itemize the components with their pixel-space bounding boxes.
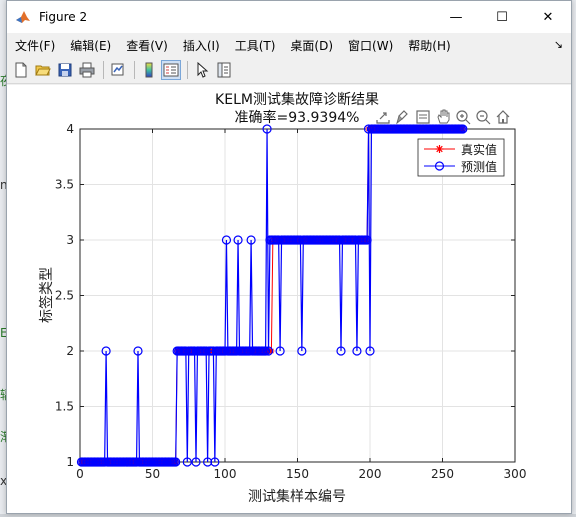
print-icon[interactable] <box>77 60 97 80</box>
grid <box>79 128 516 463</box>
x-tick-label: 250 <box>431 467 454 481</box>
pointer-icon[interactable] <box>192 60 212 80</box>
menu-window[interactable]: 窗口(W) <box>348 37 393 54</box>
property-inspector-icon[interactable] <box>214 60 234 80</box>
arrow-corner-icon[interactable]: ↘ <box>554 38 563 51</box>
legend[interactable]: 真实值 预测值 <box>417 138 505 177</box>
datatip-icon[interactable] <box>416 110 430 124</box>
matlab-logo-icon <box>15 9 31 25</box>
x-axis-label: 测试集样本编号 <box>248 488 346 505</box>
menu-tools[interactable]: 工具(T) <box>235 37 276 54</box>
menu-file[interactable]: 文件(F) <box>15 37 55 54</box>
y-tick-label: 1.5 <box>55 400 74 414</box>
pan-icon[interactable] <box>437 109 450 124</box>
legend-true-label: 真实值 <box>461 142 497 157</box>
legend-pred-label: 预测值 <box>461 159 497 174</box>
toolbar-separator <box>187 61 188 79</box>
menu-edit[interactable]: 编辑(E) <box>70 37 111 54</box>
menu-view[interactable]: 查看(V) <box>126 37 168 54</box>
menu-bar: 文件(F) 编辑(E) 查看(V) 插入(I) 工具(T) 桌面(D) 窗口(W… <box>7 33 571 57</box>
x-tick-label: 50 <box>145 467 160 481</box>
axes-toolbar <box>376 109 510 125</box>
home-icon[interactable] <box>496 110 510 124</box>
close-button[interactable]: ✕ <box>525 1 571 33</box>
y-tick-label: 2.5 <box>55 289 74 303</box>
y-tick-label: 3 <box>66 233 74 247</box>
figure-toolbar <box>7 57 571 84</box>
menu-desktop[interactable]: 桌面(D) <box>290 37 333 54</box>
brush-icon[interactable] <box>396 110 408 125</box>
title-bar[interactable]: Figure 2 — ☐ ✕ <box>7 1 571 33</box>
figure-window: Figure 2 — ☐ ✕ 文件(F) 编辑(E) 查看(V) 插入(I) 工… <box>6 0 572 514</box>
maximize-button[interactable]: ☐ <box>479 1 525 33</box>
new-figure-icon[interactable] <box>11 60 31 80</box>
link-plot-icon[interactable] <box>108 60 128 80</box>
menu-insert[interactable]: 插入(I) <box>183 37 220 54</box>
export-icon[interactable] <box>376 112 390 124</box>
y-axis-label: 标签类型 <box>38 267 55 323</box>
x-tick-label: 100 <box>214 467 237 481</box>
y-tick-label: 3.5 <box>55 178 74 192</box>
toolbar-separator <box>134 61 135 79</box>
chart-subtitle: 准确率=93.9394% <box>235 109 360 126</box>
colorbar-icon[interactable] <box>139 60 159 80</box>
minimize-button[interactable]: — <box>433 1 479 33</box>
y-tick-label: 1 <box>66 455 74 469</box>
y-tick-label: 2 <box>66 344 74 358</box>
x-tick-label: 150 <box>286 467 309 481</box>
x-tick-label: 300 <box>504 467 527 481</box>
y-tick-label: 4 <box>66 122 74 136</box>
save-icon[interactable] <box>55 60 75 80</box>
legend-icon[interactable] <box>161 60 181 80</box>
open-file-icon[interactable] <box>33 60 53 80</box>
chart-svg: KELM测试集故障诊断结果 准确率=93.9394% 测试集样本编号 标签类型 … <box>38 91 527 505</box>
zoom-out-icon[interactable] <box>476 110 491 125</box>
menu-help[interactable]: 帮助(H) <box>408 37 450 54</box>
window-title: Figure 2 <box>39 10 88 24</box>
zoom-in-icon[interactable] <box>456 110 471 125</box>
x-tick-label: 200 <box>359 467 382 481</box>
background-window-strip-right <box>572 0 576 514</box>
chart-title: KELM测试集故障诊断结果 <box>215 91 379 108</box>
figure-canvas: KELM测试集故障诊断结果 准确率=93.9394% 测试集样本编号 标签类型 … <box>7 85 571 513</box>
x-tick-label: 0 <box>76 467 84 481</box>
toolbar-separator <box>103 61 104 79</box>
